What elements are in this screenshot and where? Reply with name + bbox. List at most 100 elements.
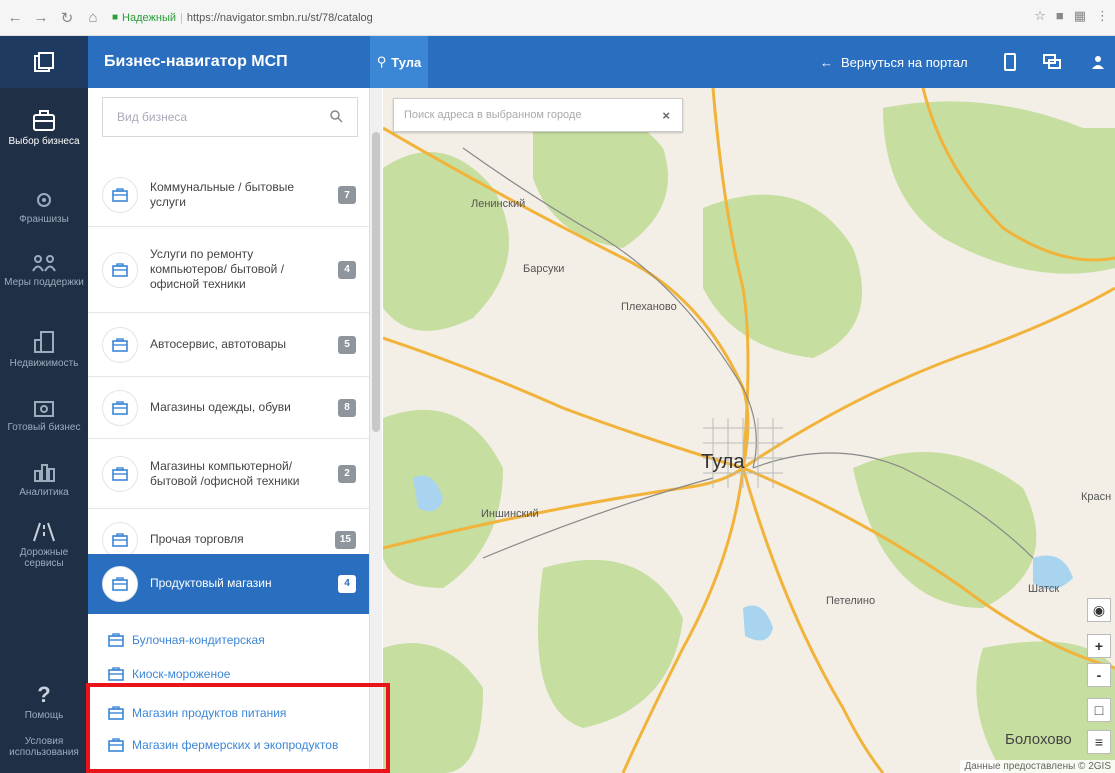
address-separator: | (180, 11, 183, 24)
menu-icon[interactable]: ⋮ (1096, 8, 1109, 24)
extension-icon[interactable]: ■ (1056, 8, 1064, 24)
category-row[interactable]: Автосервис, автотовары 5 (88, 313, 369, 377)
map-label-bolokhovo: Болохово (1005, 731, 1072, 748)
road-icon (33, 522, 55, 542)
sidebar-item-label: Условия использования (9, 736, 79, 758)
map-label-barsuki: Барсуки (523, 263, 565, 275)
briefcase-icon (112, 532, 128, 547)
category-label: Прочая торговля (150, 532, 244, 546)
ruler-icon[interactable]: ≡ (1087, 730, 1111, 754)
lock-icon: ■ (112, 12, 119, 23)
sidebar-item-label: Помощь (24, 710, 64, 721)
back-to-portal-link[interactable]: ← Вернуться на портал (820, 36, 968, 88)
sidebar-item-label: Готовый бизнес (7, 422, 81, 433)
layers-icon[interactable]: ◉ (1087, 598, 1111, 622)
zoom-out-button[interactable]: - (1087, 663, 1111, 687)
sidebar-item-terms[interactable]: Условия использования (0, 736, 88, 758)
category-row[interactable]: Магазины одежды, обуви 8 (88, 377, 369, 439)
sidebar-item-road[interactable]: Дорожные сервисы (0, 521, 88, 569)
category-row[interactable]: Коммунальные / бытовые услуги 7 (88, 164, 369, 227)
subcategory-item[interactable]: Булочная-кондитерская (108, 633, 265, 647)
arrow-left-icon: ← (820, 54, 833, 70)
search-placeholder: Вид бизнеса (117, 110, 188, 124)
sidebar-item-analytics[interactable]: Аналитика (0, 461, 88, 498)
browser-toolbar: ← → ↻ ⌂ ■ Надежный | https://navigator.s… (0, 0, 1115, 36)
subcategory-label: Булочная-кондитерская (132, 633, 265, 647)
address-search-input[interactable]: Поиск адреса в выбранном городе × (393, 98, 683, 132)
sidebar-item-franchise[interactable]: Франшизы (0, 190, 88, 225)
address-bar[interactable]: ■ Надежный | https://navigator.smbn.ru/s… (112, 7, 1012, 29)
map-label-petelino: Петелино (826, 595, 876, 607)
category-icon-circle (102, 389, 138, 426)
map-label-krasn: Красн (1081, 491, 1112, 503)
map-label-inshinsky: Иншинский (481, 508, 539, 520)
business-search-input[interactable]: Вид бизнеса (102, 97, 358, 137)
people-icon (32, 255, 56, 272)
briefcase-icon (108, 633, 124, 647)
category-count-badge: 5 (338, 335, 356, 354)
map-attribution: Данные предоставлены © 2GIS (960, 760, 1115, 773)
sidebar-item-business[interactable]: Выбор бизнеса (0, 110, 88, 147)
briefcase-icon (112, 466, 128, 481)
forward-arrow-icon[interactable]: → (30, 7, 52, 29)
subcategory-item[interactable]: Магазин продуктов питания (108, 706, 286, 720)
star-icon[interactable]: ☆ (1034, 8, 1046, 24)
question-icon: ? (37, 684, 50, 706)
user-icon[interactable] (1088, 51, 1108, 73)
category-count-badge: 15 (334, 530, 356, 549)
subcategory-item[interactable]: Киоск-мороженое (108, 667, 230, 681)
home-icon[interactable]: ⌂ (82, 7, 104, 29)
building-icon (34, 331, 54, 353)
case-icon (34, 401, 54, 417)
extension-2-icon[interactable]: ▦ (1074, 8, 1086, 24)
map-label-shatsk: Шатск (1028, 583, 1060, 595)
category-label: Магазины одежды, обуви (150, 400, 291, 414)
back-arrow-icon[interactable]: ← (4, 7, 26, 29)
catalog-scroll-thumb[interactable] (372, 132, 380, 432)
map-label-tula: Тула (701, 451, 745, 473)
chat-icon[interactable] (1042, 51, 1062, 73)
secure-label: Надежный (122, 11, 177, 24)
briefcase-icon (112, 188, 128, 202)
sidebar-item-label: Франшизы (19, 214, 69, 225)
briefcase-icon (112, 262, 128, 277)
category-row[interactable]: Магазины компьютерной/ бытовой /офисной … (88, 439, 369, 509)
subcategory-label: Магазин фермерских и экопродуктов (132, 738, 339, 752)
zoom-in-button[interactable]: + (1087, 634, 1111, 658)
briefcase-icon (108, 667, 124, 681)
category-icon-circle (102, 521, 138, 558)
svg-text:?: ? (37, 684, 50, 706)
category-count-badge: 7 (338, 186, 356, 204)
map-label-leninsky: Ленинский (471, 198, 526, 210)
category-label: Услуги по ремонту компьютеров/ бытовой /… (150, 247, 285, 291)
address-search-placeholder: Поиск адреса в выбранном городе (404, 109, 582, 121)
search-icon[interactable] (329, 109, 343, 123)
map-view[interactable]: Поиск адреса в выбранном городе × Ленинс… (383, 88, 1115, 773)
category-count-badge: 4 (338, 574, 356, 593)
reload-icon[interactable]: ↻ (56, 7, 78, 29)
mobile-icon[interactable] (1000, 51, 1020, 73)
clear-icon[interactable]: × (662, 108, 670, 123)
category-row[interactable]: Услуги по ремонту компьютеров/ бытовой /… (88, 227, 369, 313)
app-header: Бизнес-навигатор МСП ⚲ Тула ← Вернуться … (0, 36, 1115, 88)
category-icon-circle (102, 251, 138, 288)
sidebar-item-help[interactable]: ? Помощь (0, 684, 88, 721)
category-label: Коммунальные / бытовые услуги (150, 180, 294, 209)
category-icon-circle (102, 177, 138, 213)
category-row-active[interactable]: Продуктовый магазин 4 (88, 554, 369, 614)
app-logo[interactable] (0, 36, 88, 88)
sidebar-item-ready-business[interactable]: Готовый бизнес (0, 398, 88, 433)
category-label: Магазины компьютерной/ бытовой /офисной … (150, 458, 300, 488)
sidebar-item-realty[interactable]: Недвижимость (0, 330, 88, 369)
subcategory-item[interactable]: Магазин фермерских и экопродуктов (108, 738, 338, 752)
map-canvas (383, 88, 1115, 773)
sidebar-item-label: Выбор бизнеса (8, 136, 80, 147)
url-text: https://navigator.smbn.ru/st/78/catalog (186, 11, 373, 24)
sidebar-item-support[interactable]: Меры поддержки (0, 253, 88, 288)
fullscreen-icon[interactable]: □ (1087, 698, 1111, 722)
city-name: Тула (391, 54, 422, 70)
city-selector[interactable]: ⚲ Тула (370, 36, 428, 88)
briefcase-icon (112, 337, 128, 352)
location-pin-icon: ⚲ (376, 54, 387, 69)
sidebar-item-label: Меры поддержки (4, 277, 84, 288)
